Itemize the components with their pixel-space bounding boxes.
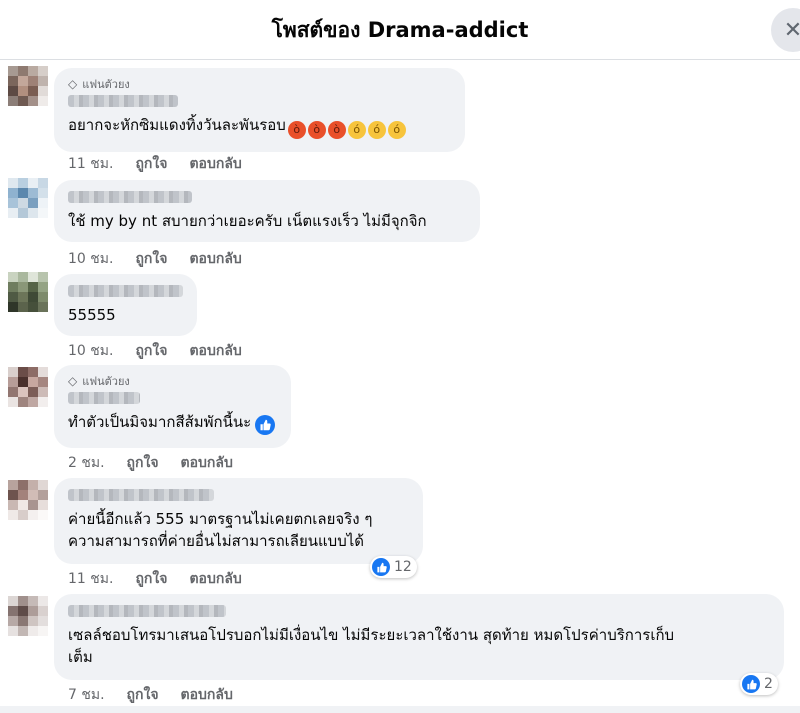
- close-icon: ✕: [783, 17, 800, 43]
- comment-bubble: ใช้ my by nt สบายกว่าเยอะครับ เน็ตแรงเร็…: [54, 180, 480, 242]
- comment-meta: 11 ชม. ถูกใจ ตอบกลับ: [68, 568, 242, 590]
- comment-time[interactable]: 11 ชม.: [68, 568, 113, 590]
- badge-label: แฟนตัวยง: [82, 78, 130, 91]
- reply-link[interactable]: ตอบกลับ: [181, 684, 233, 706]
- comment-time[interactable]: 2 ชม.: [68, 452, 105, 474]
- comment-bubble: เซลล์ชอบโทรมาเสนอโปรบอกไม่มีเงื่อนไข ไม่…: [54, 594, 784, 680]
- steam-face-emoji: ó: [387, 121, 406, 139]
- comment-time[interactable]: 10 ชม.: [68, 340, 113, 362]
- reaction-summary[interactable]: 12: [370, 556, 417, 578]
- comment-text: ค่ายนี้อีกแล้ว 555 มาตรฐานไม่เคยตกเลยจริ…: [68, 510, 373, 550]
- commenter-name[interactable]: [68, 392, 140, 404]
- comment-bubble: ◇ แฟนตัวยง อยากจะหักซิมแดงทิ้งวันละพันรอ…: [54, 68, 465, 152]
- commenter-name[interactable]: [68, 489, 214, 501]
- like-link[interactable]: ถูกใจ: [135, 568, 167, 590]
- commenter-name[interactable]: [68, 605, 226, 617]
- avatar[interactable]: [8, 367, 48, 407]
- like-link[interactable]: ถูกใจ: [135, 153, 167, 175]
- angry-face-emoji: ò: [307, 121, 326, 139]
- avatar[interactable]: [8, 272, 48, 312]
- comment-meta: 11 ชม. ถูกใจ ตอบกลับ: [68, 153, 242, 175]
- comment-bubble: ◇ แฟนตัวยง ทำตัวเป็นมิจมากสีส้มพักนี้นะ: [54, 365, 291, 448]
- like-link[interactable]: ถูกใจ: [127, 684, 159, 706]
- like-reaction-icon: [372, 558, 390, 576]
- like-link[interactable]: ถูกใจ: [135, 340, 167, 362]
- commenter-name[interactable]: [68, 191, 192, 203]
- badge-label: แฟนตัวยง: [82, 375, 130, 388]
- angry-face-emoji: ò: [327, 121, 346, 139]
- like-reaction-icon: [742, 675, 760, 693]
- post-dialog-header: โพสต์ของ Drama-addict ✕: [0, 0, 800, 60]
- commenter-name[interactable]: [68, 285, 183, 297]
- commenter-name[interactable]: [68, 95, 178, 107]
- comment-time[interactable]: 7 ชม.: [68, 684, 105, 706]
- steam-face-emoji: ó: [347, 121, 366, 139]
- avatar[interactable]: [8, 480, 48, 520]
- reply-link[interactable]: ตอบกลับ: [189, 248, 241, 270]
- reply-link[interactable]: ตอบกลับ: [189, 568, 241, 590]
- reply-link[interactable]: ตอบกลับ: [189, 340, 241, 362]
- comment-meta: 7 ชม. ถูกใจ ตอบกลับ: [68, 684, 233, 706]
- reaction-summary[interactable]: 2: [740, 673, 778, 695]
- top-fan-badge: ◇ แฟนตัวยง: [68, 373, 277, 389]
- top-fan-badge: ◇ แฟนตัวยง: [68, 76, 451, 92]
- reply-link[interactable]: ตอบกลับ: [189, 153, 241, 175]
- comment-text: 55555: [68, 306, 116, 324]
- comment-text: อยากจะหักซิมแดงทิ้งวันละพันรอบ ò ò ò ó ó ó: [68, 114, 451, 139]
- comment-text: เซลล์ชอบโทรมาเสนอโปรบอกไม่มีเงื่อนไข ไม่…: [68, 626, 675, 666]
- like-link[interactable]: ถูกใจ: [135, 248, 167, 270]
- comment-meta: 10 ชม. ถูกใจ ตอบกลับ: [68, 340, 242, 362]
- comment-time[interactable]: 11 ชม.: [68, 153, 113, 175]
- comment-meta: 10 ชม. ถูกใจ ตอบกลับ: [68, 248, 242, 270]
- steam-face-emoji: ó: [367, 121, 386, 139]
- like-link[interactable]: ถูกใจ: [127, 452, 159, 474]
- diamond-icon: ◇: [68, 374, 78, 388]
- comment-text: ทำตัวเป็นมิจมากสีส้มพักนี้นะ: [68, 411, 277, 435]
- comment-meta: 2 ชม. ถูกใจ ตอบกลับ: [68, 452, 233, 474]
- diamond-icon: ◇: [68, 77, 78, 91]
- avatar[interactable]: [8, 596, 48, 636]
- avatar[interactable]: [8, 178, 48, 218]
- avatar[interactable]: [8, 66, 48, 106]
- like-reaction-icon[interactable]: [255, 415, 276, 435]
- angry-face-emoji: ò: [287, 121, 306, 139]
- comment-time[interactable]: 10 ชม.: [68, 248, 113, 270]
- reaction-count: 2: [764, 676, 773, 692]
- dialog-title: โพสต์ของ Drama-addict: [271, 18, 529, 42]
- composer-divider: [0, 706, 800, 713]
- comment-bubble: ค่ายนี้อีกแล้ว 555 มาตรฐานไม่เคยตกเลยจริ…: [54, 478, 423, 564]
- reply-link[interactable]: ตอบกลับ: [181, 452, 233, 474]
- comment-bubble: 55555: [54, 274, 197, 336]
- reaction-count: 12: [394, 559, 412, 575]
- comment-text: ใช้ my by nt สบายกว่าเยอะครับ เน็ตแรงเร็…: [68, 212, 427, 230]
